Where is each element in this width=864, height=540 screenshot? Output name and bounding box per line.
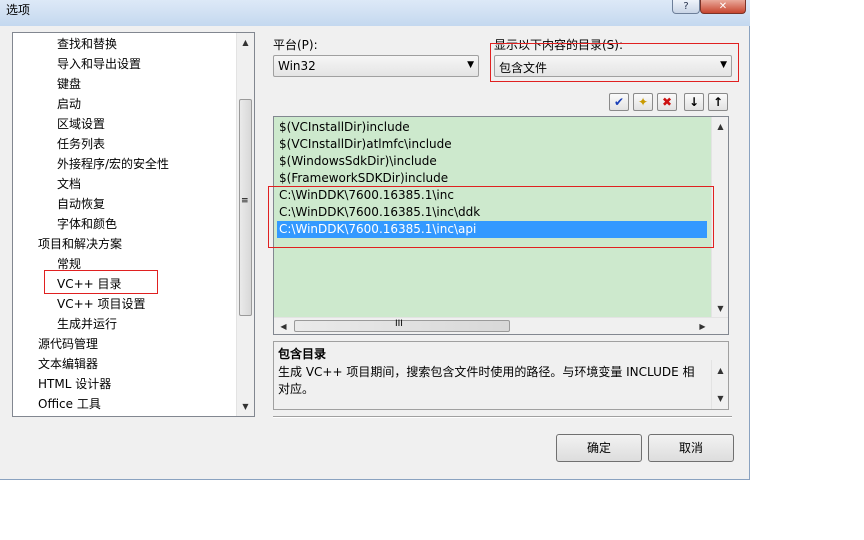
move-down-icon[interactable]: ↓: [684, 93, 704, 111]
help-button[interactable]: ?: [672, 0, 700, 14]
tree-item[interactable]: 文档: [57, 174, 81, 194]
separator: [273, 416, 732, 418]
description-text-line1: 生成 VC++ 项目期间，搜索包含文件时使用的路径。与环境变量 INCLUDE …: [278, 365, 695, 379]
new-folder-icon[interactable]: ✦: [633, 93, 653, 111]
description-title: 包含目录: [278, 347, 327, 361]
platform-combo[interactable]: Win32 ▼: [273, 55, 479, 77]
tree-vertical-scrollbar[interactable]: ▲ ≡ ▼: [236, 33, 254, 416]
scroll-grip-icon: ≡: [241, 196, 249, 206]
chevron-down-icon: ▼: [467, 60, 474, 70]
scroll-down-arrow-icon[interactable]: ▼: [237, 398, 254, 415]
tree-item[interactable]: 启动: [57, 94, 81, 114]
scroll-thumb[interactable]: ≡: [239, 99, 252, 316]
directory-item[interactable]: $(VCInstallDir)include: [277, 119, 410, 136]
tree-item[interactable]: 自动恢复: [57, 194, 105, 214]
check-icon[interactable]: ✔: [609, 93, 629, 111]
scroll-down-arrow-icon[interactable]: ▼: [712, 390, 729, 407]
tree-item[interactable]: 字体和颜色: [57, 214, 117, 234]
directory-item[interactable]: $(WindowsSdkDir)\include: [277, 153, 437, 170]
scroll-up-arrow-icon[interactable]: ▲: [237, 34, 254, 51]
tree-item[interactable]: 导入和导出设置: [57, 54, 141, 74]
tree-item[interactable]: 源代码管理: [38, 334, 98, 354]
ok-button[interactable]: 确定: [556, 434, 642, 462]
annotation-highlight-ddk-paths: [268, 186, 714, 248]
list-horizontal-scrollbar[interactable]: ◀ III ▶: [274, 317, 728, 334]
tree-item[interactable]: Office 工具: [38, 394, 101, 414]
scroll-up-arrow-icon[interactable]: ▲: [712, 362, 729, 379]
tree-item[interactable]: HTML 设计器: [38, 374, 111, 394]
platform-label: 平台(P):: [273, 38, 318, 52]
directory-item[interactable]: $(VCInstallDir)atlmfc\include: [277, 136, 452, 153]
annotation-highlight-vc-dirs: [44, 270, 158, 294]
description-scrollbar[interactable]: ▲ ▼: [711, 360, 728, 409]
scroll-left-arrow-icon[interactable]: ◀: [275, 318, 292, 335]
tree-item[interactable]: 文本编辑器: [38, 354, 98, 374]
description-text-line2: 对应。: [278, 382, 315, 396]
annotation-highlight-combo: [490, 43, 739, 82]
tree-item[interactable]: 外接程序/宏的安全性: [57, 154, 169, 174]
tree-item[interactable]: 任务列表: [57, 134, 105, 154]
tree-item[interactable]: 区域设置: [57, 114, 105, 134]
scroll-down-arrow-icon[interactable]: ▼: [712, 300, 729, 317]
window-title: 选项: [6, 3, 31, 17]
tree-item[interactable]: 生成并运行: [57, 314, 117, 334]
platform-combo-value: Win32: [278, 59, 316, 73]
title-bar: 选项 ? ✕: [0, 0, 750, 26]
tree-item[interactable]: 查找和替换: [57, 34, 117, 54]
tree-item[interactable]: VC++ 项目设置: [57, 294, 146, 314]
scroll-right-arrow-icon[interactable]: ▶: [694, 318, 711, 335]
directory-item[interactable]: $(FrameworkSDKDir)include: [277, 170, 448, 187]
delete-icon[interactable]: ✖: [657, 93, 677, 111]
scroll-grip-icon: III: [395, 319, 403, 329]
close-button[interactable]: ✕: [700, 0, 746, 14]
description-panel: 包含目录 生成 VC++ 项目期间，搜索包含文件时使用的路径。与环境变量 INC…: [273, 341, 729, 410]
move-up-icon[interactable]: ↑: [708, 93, 728, 111]
tree-item[interactable]: 键盘: [57, 74, 81, 94]
cancel-button[interactable]: 取消: [648, 434, 734, 462]
scroll-up-arrow-icon[interactable]: ▲: [712, 118, 729, 135]
options-tree[interactable]: 查找和替换 导入和导出设置 键盘 启动 区域设置 任务列表 外接程序/宏的安全性 文档 自动恢复…: [12, 32, 255, 417]
scroll-thumb[interactable]: III: [294, 319, 510, 332]
tree-item[interactable]: 项目和解决方案: [38, 234, 122, 254]
